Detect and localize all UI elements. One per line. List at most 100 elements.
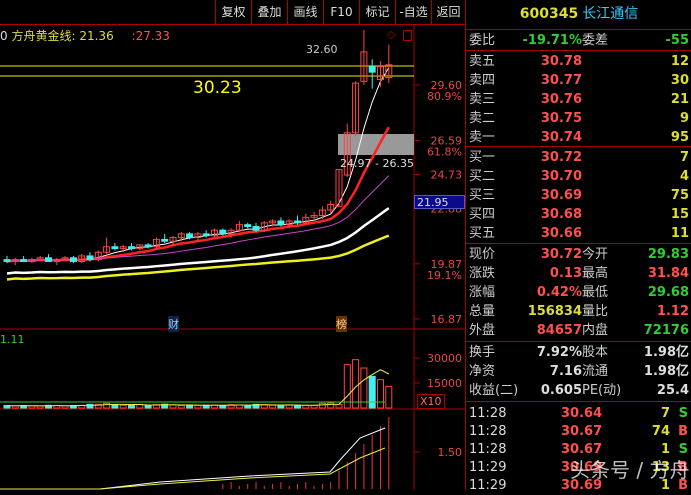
toolbar-button-0[interactable]: 复权	[215, 0, 251, 24]
tick-volume: 74	[651, 424, 670, 439]
candle-body	[244, 224, 252, 228]
fib-percent-label: 19.1%	[427, 269, 462, 282]
candle-body	[111, 246, 119, 250]
price-axis-label: 16.87	[431, 313, 463, 326]
candle-body	[3, 259, 11, 262]
stat-label: 量比	[582, 304, 609, 319]
volume-bar	[377, 379, 384, 409]
volume-axis-label: 15000	[427, 377, 462, 390]
stat-row: 现价 30.72 今开 29.83	[466, 245, 691, 264]
fund-value: 7.16	[549, 364, 582, 379]
price-axis-label: 24.73	[431, 169, 463, 182]
bid-label: 买四	[469, 207, 496, 222]
volume-unit: X10	[417, 394, 445, 409]
volume-bar	[128, 404, 135, 409]
volume-bar	[144, 405, 152, 409]
toolbar-button-3[interactable]: F10	[323, 0, 359, 24]
stat-row: 涨幅 0.42% 最低 29.68	[466, 283, 691, 302]
toolbar-button-4[interactable]: 标记	[359, 0, 395, 24]
volume-bar	[368, 375, 376, 409]
indicator-value1: 21.36	[79, 29, 114, 43]
diamond-icon[interactable]: ◇	[387, 28, 395, 41]
fundamental-row: 收益(二) 0.605 PE(动) 25.4	[466, 381, 691, 400]
stat-label: 今开	[582, 247, 609, 262]
finance-marker[interactable]: 财	[168, 316, 179, 332]
stock-code: 600345	[519, 6, 579, 22]
bid-volume: 75	[670, 188, 689, 203]
fund-value: 1.98亿	[643, 345, 689, 360]
tick-row[interactable]: 11:28 30.67 74 B	[466, 422, 691, 441]
cursor-price-box: 21.95	[414, 195, 465, 209]
toolbar-button-6[interactable]: 返回	[431, 0, 465, 24]
range-label: 24.97 - 26.35	[340, 157, 414, 170]
ask-volume: 30	[670, 73, 689, 88]
tick-time: 11:29	[469, 460, 507, 475]
volume-bar	[194, 404, 202, 409]
candle-body	[69, 257, 77, 262]
tick-time: 11:28	[469, 442, 507, 457]
volume-bar	[318, 402, 326, 409]
ask-label: 卖五	[469, 54, 496, 69]
volume-bar	[111, 404, 119, 409]
stat-label: 涨跌	[469, 266, 496, 281]
bid-price: 30.66	[540, 226, 582, 241]
bid-volume: 11	[670, 226, 689, 241]
fund-label: 股本	[582, 345, 609, 360]
toolbar-button-5[interactable]: -自选	[395, 0, 431, 24]
stat-value: 0.13	[549, 266, 582, 281]
bid-price: 30.68	[540, 207, 582, 222]
volume-axis-label: 30000	[427, 352, 462, 365]
stat-label: 涨幅	[469, 285, 496, 300]
volume-ma-line	[6, 369, 390, 407]
candle-body	[202, 233, 210, 237]
ask-price: 30.74	[540, 130, 582, 145]
candle-body	[277, 220, 285, 226]
diff-value: -55	[665, 33, 690, 48]
ask-volume: 21	[670, 92, 689, 107]
moving-average-line	[6, 126, 390, 263]
volume-indicator-value: 1.11	[0, 333, 25, 346]
tick-price: 30.64	[561, 406, 603, 421]
candle-body	[86, 255, 94, 261]
ask-price: 30.75	[540, 111, 582, 126]
stat-row: 总量 156834 量比 1.12	[466, 302, 691, 321]
fund-value: 7.92%	[536, 345, 582, 360]
fund-label: 净资	[469, 364, 496, 379]
stat-value: 0.42%	[536, 285, 582, 300]
volume-bar	[335, 403, 343, 409]
bid-row: 买二 30.70 4	[466, 167, 691, 186]
toolbar-button-2[interactable]: 画线	[287, 0, 323, 24]
separator	[466, 50, 691, 51]
bid-label: 买三	[469, 188, 496, 203]
candle-body	[368, 66, 376, 73]
candle-body	[252, 226, 260, 231]
ratio-label: 委比	[469, 33, 496, 48]
order-ratio-row: 委比 -19.71% 委差 -55	[466, 31, 691, 50]
legend-prefix: 0	[0, 29, 8, 43]
stat-value: 156834	[527, 304, 582, 319]
layout-toggle-icon[interactable]	[403, 30, 412, 41]
stock-header: 600345 长江通信	[466, 5, 691, 24]
ask-label: 卖四	[469, 73, 496, 88]
bid-volume: 7	[679, 150, 689, 165]
separator	[466, 29, 691, 30]
fib-percent-label: 61.8%	[427, 145, 462, 158]
stat-label: 最低	[582, 285, 609, 300]
volume-bar	[186, 404, 194, 409]
kline-chart[interactable]: 29.6080.9%26.5961.8%24.7322.8819.8719.1%…	[0, 0, 465, 490]
fund-value: 25.4	[656, 383, 689, 398]
diff-label: 委差	[582, 33, 609, 48]
bid-row: 买一 30.72 7	[466, 148, 691, 167]
tick-row[interactable]: 11:28 30.64 7 S	[466, 404, 691, 423]
stat-value: 29.83	[647, 247, 689, 262]
volume-bar	[36, 405, 44, 409]
stat-label: 内盘	[582, 323, 609, 338]
ask-volume: 95	[670, 130, 689, 145]
bid-row: 买三 30.69 75	[466, 186, 691, 205]
bid-volume: 4	[679, 169, 689, 184]
ask-row: 卖二 30.75 9	[466, 109, 691, 128]
ask-price: 30.77	[540, 73, 582, 88]
rank-marker[interactable]: 榜	[336, 316, 347, 332]
toolbar-button-1[interactable]: 叠加	[251, 0, 287, 24]
bid-label: 买二	[469, 169, 496, 184]
